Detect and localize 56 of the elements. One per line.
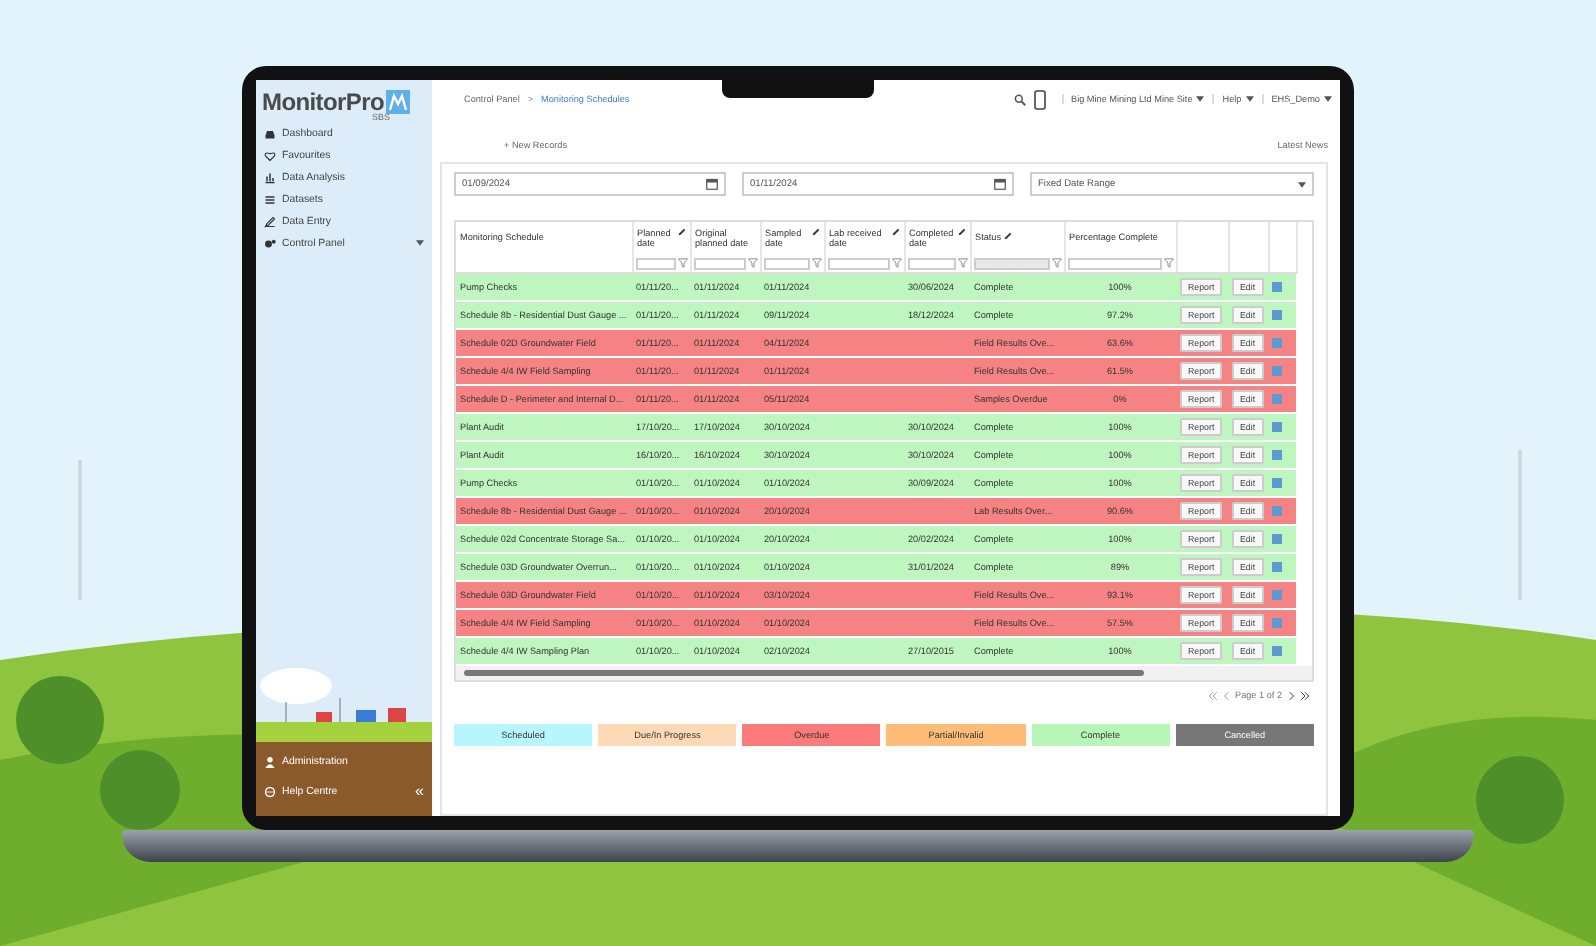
row-checkbox[interactable] [1272, 449, 1282, 459]
horizontal-scrollbar[interactable] [456, 666, 1312, 680]
bar-chart-icon [264, 171, 276, 183]
search-icon[interactable] [1013, 93, 1025, 105]
collapse-button[interactable]: « [415, 784, 424, 800]
row-checkbox[interactable] [1272, 365, 1282, 375]
filter-field[interactable] [827, 257, 889, 269]
calendar-icon[interactable] [994, 178, 1006, 190]
caret-icon [1298, 181, 1306, 187]
row-checkbox[interactable] [1272, 533, 1282, 543]
row-checkbox[interactable] [1272, 505, 1282, 515]
caret-icon [1245, 96, 1254, 102]
pencil-icon [957, 227, 965, 236]
pencil-icon [264, 215, 276, 227]
row-checkbox[interactable] [1272, 337, 1282, 347]
previous-page-icon[interactable] [1221, 691, 1231, 699]
first-page-icon[interactable] [1207, 691, 1217, 699]
row-checkbox[interactable] [1272, 281, 1282, 291]
list-icon [264, 193, 276, 205]
filter-field[interactable] [763, 257, 809, 269]
row-checkbox[interactable] [1272, 393, 1282, 403]
row-checkbox[interactable] [1272, 421, 1282, 431]
filter-icon[interactable] [891, 258, 901, 268]
caret-icon [1324, 96, 1332, 102]
row-checkbox[interactable] [1272, 561, 1282, 571]
caret-icon [416, 240, 424, 246]
filter-field[interactable] [907, 257, 955, 269]
heart-icon [264, 149, 276, 161]
logo-text: MonitorPro [262, 88, 384, 116]
pencil-icon [891, 227, 899, 236]
filter-icon[interactable] [1163, 258, 1173, 268]
pencil-icon [811, 227, 819, 236]
caret-icon [1196, 96, 1205, 102]
filter-icon[interactable] [1051, 258, 1061, 268]
person-icon [264, 756, 276, 768]
filter-icon[interactable] [811, 258, 821, 268]
globe-icon [264, 786, 276, 798]
filter-field[interactable] [635, 257, 675, 269]
last-page-icon[interactable] [1300, 691, 1310, 699]
filter-field[interactable] [693, 257, 745, 269]
calendar-icon[interactable] [706, 178, 718, 190]
row-checkbox[interactable] [1272, 645, 1282, 655]
row-checkbox[interactable] [1272, 477, 1282, 487]
pencil-icon [1003, 232, 1012, 241]
next-page-icon[interactable] [1286, 691, 1296, 699]
filter-field[interactable] [973, 257, 1049, 269]
phone-icon[interactable] [1033, 89, 1045, 109]
filter-icon[interactable] [747, 258, 757, 268]
row-checkbox[interactable] [1272, 309, 1282, 319]
row-checkbox[interactable] [1272, 617, 1282, 627]
logo-icon [386, 90, 410, 114]
filter-icon[interactable] [677, 258, 687, 268]
filter-icon[interactable] [957, 258, 967, 268]
filter-field[interactable] [1067, 257, 1161, 269]
pencil-icon [677, 227, 685, 236]
row-checkbox[interactable] [1272, 589, 1282, 599]
